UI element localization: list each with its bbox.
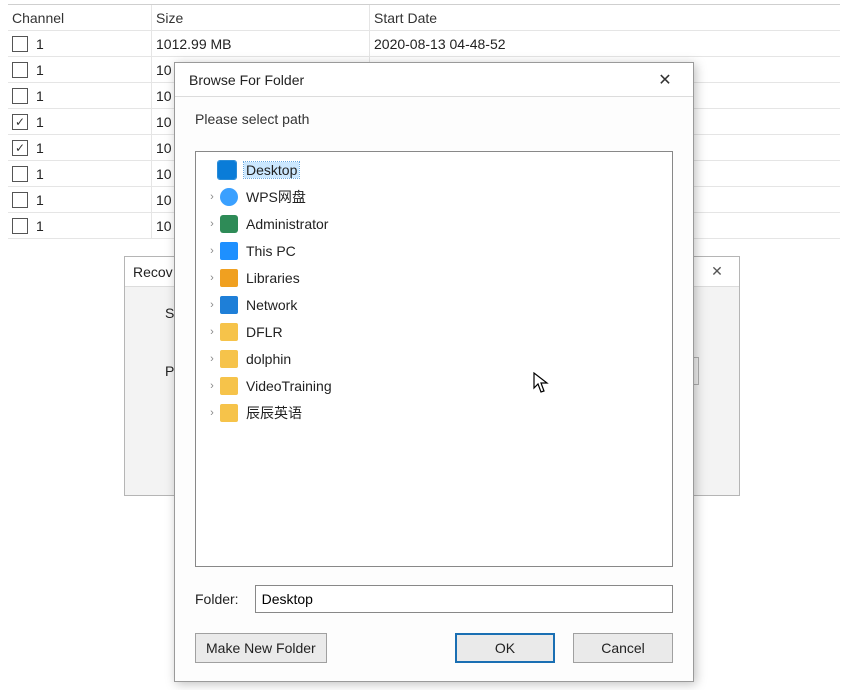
cell-channel: 1 [8, 161, 152, 186]
close-icon[interactable]: ✕ [703, 261, 731, 283]
tree-item[interactable]: › Libraries [198, 264, 670, 291]
folder-input[interactable] [255, 585, 673, 613]
desktop-icon [218, 161, 236, 179]
user-icon [220, 215, 238, 233]
row-checkbox[interactable] [12, 166, 28, 182]
recovery-title: Recov [133, 264, 173, 280]
close-icon[interactable]: ✕ [645, 66, 685, 94]
tree-item-label: This PC [246, 243, 296, 259]
tree-item[interactable]: › 辰辰英语 [198, 399, 670, 426]
dialog-buttons: Make New Folder OK Cancel [175, 623, 693, 681]
tree-item-label: Administrator [246, 216, 328, 232]
folder-row: Folder: [175, 567, 693, 623]
chevron-right-icon[interactable]: › [204, 299, 220, 311]
cloud-icon [220, 188, 238, 206]
chevron-right-icon[interactable]: › [204, 245, 220, 257]
cell-channel-text: 1 [36, 166, 44, 182]
folder-icon [220, 323, 238, 341]
tree-item-label: Desktop [244, 162, 299, 178]
cell-channel: 1 [8, 187, 152, 212]
chevron-right-icon[interactable]: › [204, 407, 220, 419]
tree-item[interactable]: › dolphin [198, 345, 670, 372]
cell-channel-text: 1 [36, 114, 44, 130]
col-header-startdate[interactable]: Start Date [370, 5, 840, 30]
tree-item-label: DFLR [246, 324, 283, 340]
row-checkbox[interactable] [12, 140, 28, 156]
chevron-right-icon[interactable]: › [204, 353, 220, 365]
cell-channel: 1 [8, 83, 152, 108]
tree-item-label: Libraries [246, 270, 300, 286]
table-row[interactable]: 1 1012.99 MB2020-08-13 04-48-52 [8, 31, 840, 57]
tree-item[interactable]: › VideoTraining [198, 372, 670, 399]
chevron-right-icon[interactable]: › [204, 272, 220, 284]
folder-icon [220, 404, 238, 422]
tree-item-label: 辰辰英语 [246, 403, 302, 423]
cell-start-date: 2020-08-13 04-48-52 [370, 31, 840, 56]
ok-button[interactable]: OK [455, 633, 555, 663]
browse-folder-dialog: Browse For Folder ✕ Please select path D… [174, 62, 694, 682]
row-checkbox[interactable] [12, 36, 28, 52]
col-header-size[interactable]: Size [152, 5, 370, 30]
tree-item[interactable]: › Administrator [198, 210, 670, 237]
browse-subtitle: Please select path [175, 97, 693, 151]
tree-item[interactable]: › DFLR [198, 318, 670, 345]
lib-icon [220, 269, 238, 287]
row-checkbox[interactable] [12, 62, 28, 78]
tree-item[interactable]: › WPS网盘 [198, 183, 670, 210]
cell-channel: 1 [8, 135, 152, 160]
tree-item-label: WPS网盘 [246, 187, 306, 207]
cell-size: 1012.99 MB [152, 31, 370, 56]
cell-channel-text: 1 [36, 192, 44, 208]
cell-channel-text: 1 [36, 140, 44, 156]
chevron-right-icon[interactable]: › [204, 218, 220, 230]
tree-item-label: VideoTraining [246, 378, 332, 394]
cell-channel-text: 1 [36, 88, 44, 104]
browse-titlebar[interactable]: Browse For Folder ✕ [175, 63, 693, 97]
cancel-button[interactable]: Cancel [573, 633, 673, 663]
row-checkbox[interactable] [12, 114, 28, 130]
tree-item[interactable]: Desktop [198, 156, 670, 183]
chevron-right-icon[interactable]: › [204, 380, 220, 392]
cell-channel: 1 [8, 57, 152, 82]
row-checkbox[interactable] [12, 218, 28, 234]
folder-label: Folder: [195, 591, 239, 607]
chevron-right-icon[interactable]: › [204, 191, 220, 203]
cell-channel: 1 [8, 31, 152, 56]
folder-icon [220, 377, 238, 395]
table-header: Channel Size Start Date [8, 5, 840, 31]
cell-channel-text: 1 [36, 218, 44, 234]
tree-item[interactable]: › This PC [198, 237, 670, 264]
make-new-folder-button[interactable]: Make New Folder [195, 633, 327, 663]
cell-channel-text: 1 [36, 36, 44, 52]
folder-tree[interactable]: Desktop › WPS网盘 › Administrator › This PC › Libr… [195, 151, 673, 567]
row-checkbox[interactable] [12, 192, 28, 208]
tree-item-label: Network [246, 297, 297, 313]
col-header-channel[interactable]: Channel [8, 5, 152, 30]
net-icon [220, 296, 238, 314]
cell-channel: 1 [8, 109, 152, 134]
tree-item[interactable]: › Network [198, 291, 670, 318]
chevron-right-icon[interactable]: › [204, 326, 220, 338]
cell-channel-text: 1 [36, 62, 44, 78]
cell-channel: 1 [8, 213, 152, 238]
pc-icon [220, 242, 238, 260]
row-checkbox[interactable] [12, 88, 28, 104]
folder-icon [220, 350, 238, 368]
tree-item-label: dolphin [246, 351, 291, 367]
browse-title: Browse For Folder [189, 72, 304, 88]
